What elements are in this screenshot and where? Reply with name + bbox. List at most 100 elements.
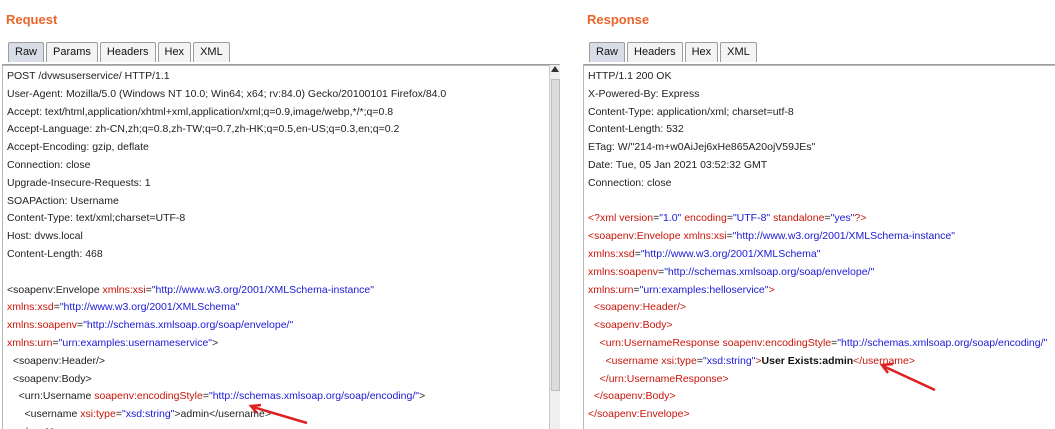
code-token: Host: dvws.local: [7, 230, 83, 243]
code-token: xmlns:urn: [588, 283, 634, 296]
code-token: Content-Length: 532: [588, 123, 684, 136]
code-token: "xsd:string": [122, 408, 175, 421]
request-tab-hex[interactable]: Hex: [157, 42, 192, 62]
code-token: "http://schemas.xmlsoap.org/soap/envelop…: [83, 319, 294, 332]
code-line: xmlns:soapenv="http://schemas.xmlsoap.or…: [7, 317, 549, 335]
code-token: User Exists:admin: [761, 354, 854, 367]
request-title: Request: [6, 12, 58, 27]
code-token: >: [768, 283, 775, 296]
code-token: Connection: close: [588, 176, 672, 189]
code-line: Accept: text/html,application/xhtml+xml,…: [7, 104, 549, 122]
code-token: Content-Type: text/xml;charset=UTF-8: [7, 212, 186, 225]
code-token: ETag: W/"214-m+w0AiJej6xHe865A20ojV59JEs…: [588, 141, 816, 154]
code-token: <soapenv:Header/>: [588, 301, 687, 314]
response-tab-xml[interactable]: XML: [720, 42, 757, 62]
response-panel: Response Raw Headers Hex XML HTTP/1.1 200 O…: [575, 0, 1055, 429]
response-lines: HTTP/1.1 200 OK X-Powered-By: Express Cont…: [588, 68, 1055, 424]
request-tab-headers[interactable]: Headers: [99, 42, 156, 62]
pane-divider[interactable]: [560, 0, 575, 429]
code-token: encoding: [684, 212, 727, 225]
code-line: X-Powered-By: Express: [588, 86, 1055, 104]
code-token: User-Agent: Mozilla/5.0 (Windows NT 10.0…: [7, 87, 447, 100]
code-token: xmlns:soapenv: [588, 265, 659, 278]
code-line: <username xsi:type="xsd:string">User Exi…: [588, 353, 1055, 371]
code-line: </soapenv:Body>: [588, 388, 1055, 406]
code-line: xmlns:urn="urn:examples:helloservice">: [588, 282, 1055, 300]
code-token: <soapenv:Envelope: [588, 230, 684, 243]
code-line: <soapenv:Envelope xmlns:xsi="http://www.…: [7, 282, 549, 300]
request-tab-params[interactable]: Params: [46, 42, 98, 62]
code-line: </soapenv:Envelope>: [588, 406, 1055, 424]
response-editor[interactable]: HTTP/1.1 200 OK X-Powered-By: Express Cont…: [583, 65, 1055, 429]
code-token: >: [212, 336, 219, 349]
code-line: HTTP/1.1 200 OK: [588, 68, 1055, 86]
code-line: POST /dvwsuserservice/ HTTP/1.1: [7, 68, 549, 86]
code-token: "http://schemas.xmlsoap.org/soap/envelop…: [664, 265, 875, 278]
code-line: </urn:UsernameResponse>: [588, 371, 1055, 389]
annotation-arrow-icon: [248, 403, 308, 425]
code-token: soapenv:encodingStyle: [94, 390, 203, 403]
code-token: POST /dvwsuserservice/ HTTP/1.1: [7, 70, 170, 82]
code-token: Content-Length: 468: [7, 247, 103, 260]
code-token: >: [418, 390, 426, 403]
code-token: xmlns:soapenv: [7, 319, 78, 332]
code-token: <soapenv:Body>: [7, 372, 92, 385]
code-line: <soapenv:Body>: [7, 371, 549, 389]
code-line: Upgrade-Insecure-Requests: 1: [7, 175, 549, 193]
code-token: Accept: text/html,application/xhtml+xml,…: [7, 105, 394, 118]
code-token: HTTP/1.1 200 OK: [588, 70, 672, 82]
code-token: "http://www.w3.org/2001/XMLSchema": [640, 247, 821, 260]
code-line: SOAPAction: Username: [7, 193, 549, 211]
code-token: "http://www.w3.org/2001/XMLSchema-instan…: [732, 230, 955, 243]
response-tabbar: Raw Headers Hex XML: [583, 40, 1055, 65]
code-token: </soapenv:Envelope>: [588, 408, 690, 421]
code-token: Accept-Language: zh-CN,zh;q=0.8,zh-TW;q=…: [7, 123, 400, 136]
code-line: xmlns:xsd="http://www.w3.org/2001/XMLSch…: [7, 299, 549, 317]
code-token: Date: Tue, 05 Jan 2021 03:52:32 GMT: [588, 158, 768, 171]
code-line: Content-Type: text/xml;charset=UTF-8: [7, 210, 549, 228]
code-token: "yes": [830, 212, 855, 225]
response-tab-raw[interactable]: Raw: [589, 42, 626, 62]
code-line: <soapenv:Header/>: [7, 353, 549, 371]
request-tabs: Raw Params Headers Hex XML: [8, 42, 232, 62]
request-lines: POST /dvwsuserservice/ HTTP/1.1 User-Agen…: [7, 68, 549, 429]
scroll-thumb[interactable]: [551, 79, 560, 391]
code-token: "http://schemas.xmlsoap.org/soap/encodin…: [837, 336, 1048, 349]
code-token: X-Powered-By: Express: [588, 87, 700, 100]
scroll-up-arrow-icon[interactable]: [551, 66, 559, 72]
code-token: <urn:Username: [7, 390, 95, 403]
request-tab-raw[interactable]: Raw: [8, 42, 45, 62]
code-token: "UTF-8": [732, 212, 774, 225]
code-line: xmlns:urn="urn:examples:usernameservice"…: [7, 335, 549, 353]
code-line: User-Agent: Mozilla/5.0 (Windows NT 10.0…: [7, 86, 549, 104]
code-line: Date: Tue, 05 Jan 2021 03:52:32 GMT: [588, 157, 1055, 175]
code-line: Connection: close: [588, 175, 1055, 193]
request-tab-xml[interactable]: XML: [193, 42, 230, 62]
request-editor[interactable]: POST /dvwsuserservice/ HTTP/1.1 User-Agen…: [2, 65, 550, 429]
code-token: "http://schemas.xmlsoap.org/soap/encodin…: [208, 390, 419, 403]
code-token: <soapenv:Body>: [588, 319, 673, 332]
code-token: standalone: [773, 212, 825, 225]
code-line: <soapenv:Header/>: [588, 299, 1055, 317]
response-tab-hex[interactable]: Hex: [684, 42, 719, 62]
code-token: <username: [588, 354, 662, 367]
code-line: <soapenv:Body>: [588, 317, 1055, 335]
code-line: Connection: close: [7, 157, 549, 175]
code-line: xmlns:soapenv="http://schemas.xmlsoap.or…: [588, 264, 1055, 282]
code-token: xmlns:xsd: [588, 247, 635, 260]
code-token: <soapenv:Header/>: [7, 354, 106, 367]
code-token: "http://www.w3.org/2001/XMLSchema": [59, 301, 240, 314]
code-token: <?xml: [588, 212, 620, 225]
code-token: </soapenv:Body>: [588, 390, 676, 403]
code-line: Content-Length: 468: [7, 246, 549, 264]
request-scrollbar[interactable]: [549, 65, 560, 429]
code-token: SOAPAction: Username: [7, 194, 119, 207]
code-token: <username: [7, 408, 81, 421]
code-line: xmlns:xsd="http://www.w3.org/2001/XMLSch…: [588, 246, 1055, 264]
response-tab-headers[interactable]: Headers: [627, 42, 683, 62]
code-token: Content-Type: application/xml; charset=u…: [588, 105, 794, 118]
code-token: Accept-Encoding: gzip, deflate: [7, 141, 149, 154]
code-token: xmlns:xsd: [7, 301, 54, 314]
